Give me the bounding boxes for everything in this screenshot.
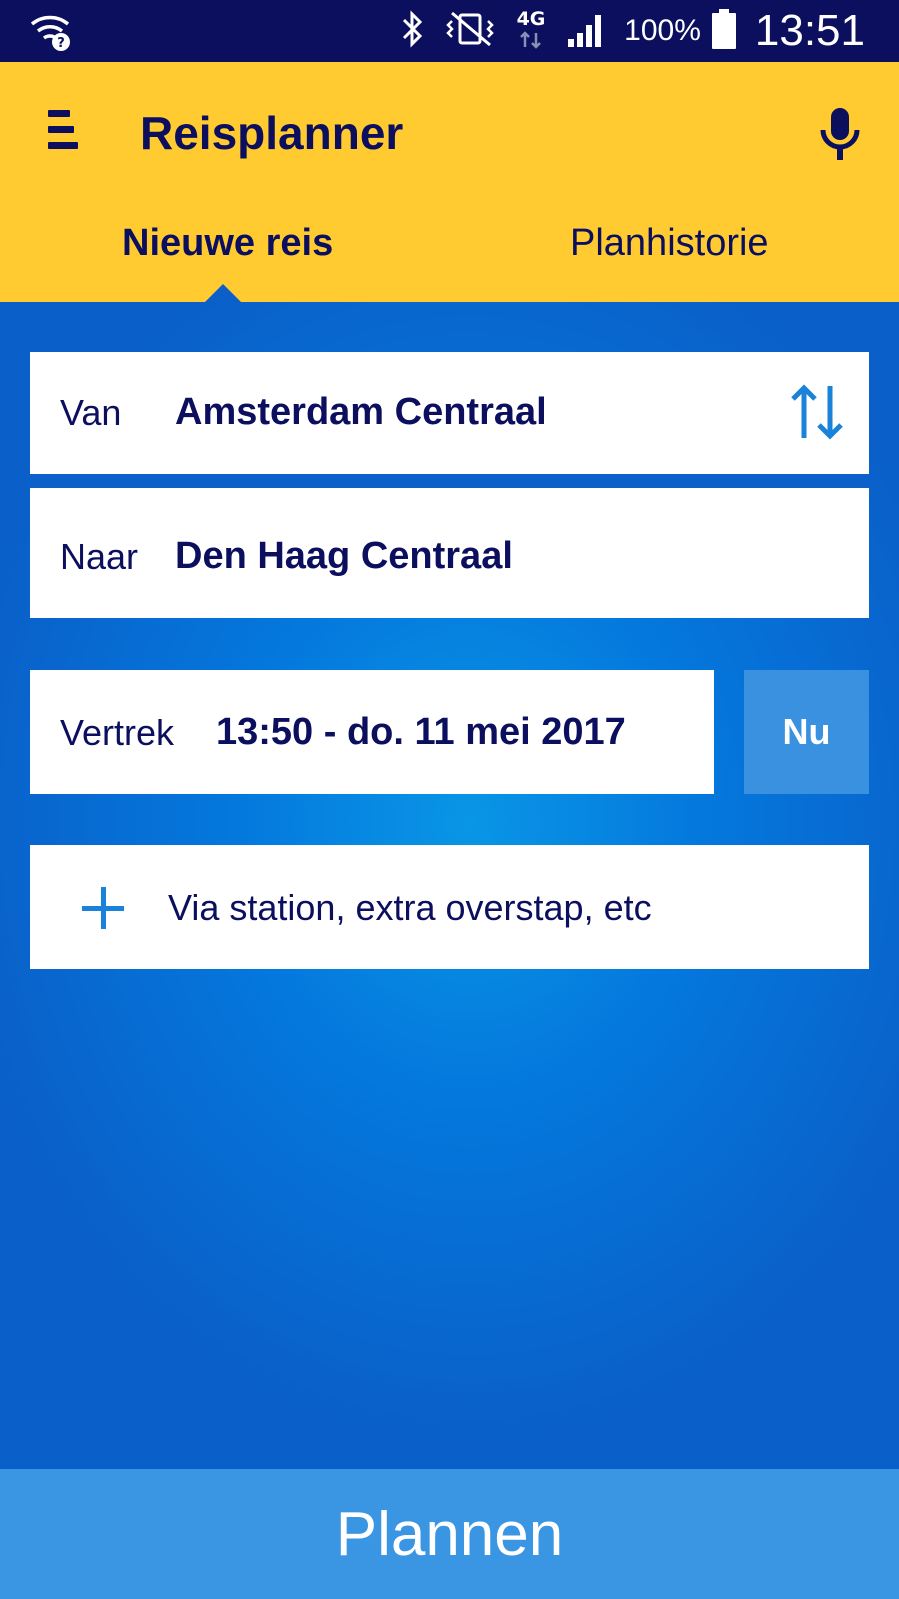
from-field[interactable]: Van Amsterdam Centraal <box>30 352 869 474</box>
microphone-icon[interactable] <box>818 106 862 164</box>
tab-selected-indicator <box>205 284 241 302</box>
from-value[interactable]: Amsterdam Centraal <box>175 391 547 434</box>
to-value[interactable]: Den Haag Centraal <box>175 535 513 578</box>
battery-icon <box>711 8 737 55</box>
from-label: Van <box>60 392 122 433</box>
page-title: Reisplanner <box>140 107 404 159</box>
signal-icon <box>566 9 606 54</box>
plus-icon[interactable] <box>82 887 124 929</box>
via-label: Via station, extra overstap, etc <box>168 887 652 928</box>
network-4g-icon: 4G <box>514 5 548 58</box>
svg-text:?: ? <box>57 36 65 51</box>
departure-field[interactable]: Vertrek 13:50 - do. 11 mei 2017 <box>30 670 714 794</box>
tab-plan-history[interactable]: Planhistorie <box>570 222 769 265</box>
from-to-divider <box>30 474 869 488</box>
wifi-question-icon: ? <box>30 12 74 52</box>
departure-value[interactable]: 13:50 - do. 11 mei 2017 <box>216 711 626 754</box>
via-button[interactable]: Via station, extra overstap, etc <box>30 845 869 969</box>
vibrate-icon <box>444 9 496 54</box>
to-label: Naar <box>60 536 139 577</box>
tab-new-trip[interactable]: Nieuwe reis <box>122 222 333 265</box>
battery-percentage: 100% <box>624 14 701 47</box>
swap-vertical-icon[interactable] <box>788 380 848 444</box>
menu-icon[interactable] <box>48 110 78 150</box>
status-bar: ? 4G 100% 13:51 <box>0 0 899 62</box>
departure-label: Vertrek <box>60 712 175 753</box>
to-field[interactable]: Naar Den Haag Centraal <box>30 488 869 618</box>
svg-text:4G: 4G <box>517 8 546 30</box>
bluetooth-icon <box>400 9 426 54</box>
plan-button[interactable]: Plannen <box>0 1469 899 1599</box>
app-bar: Reisplanner Nieuwe reis Planhistorie <box>0 62 899 302</box>
status-time: 13:51 <box>754 6 865 55</box>
now-button[interactable]: Nu <box>744 670 869 794</box>
